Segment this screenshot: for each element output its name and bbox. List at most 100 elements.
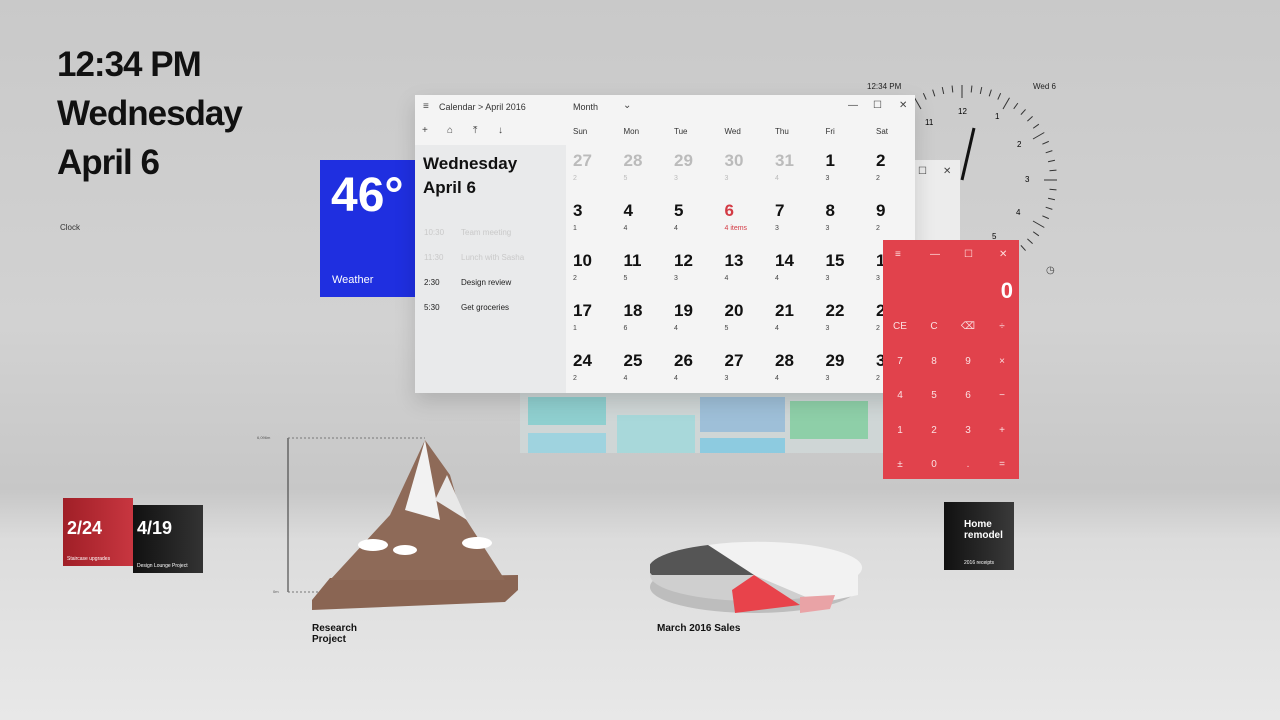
calculator-key[interactable]: ⌫ (951, 321, 985, 332)
event-title: Team meeting (461, 228, 512, 237)
agenda-event[interactable]: 2:30 Design review (424, 278, 564, 287)
calendar-window[interactable]: ≡ Calendar > April 2016 Month ⌄ — ☐ ✕ + … (415, 95, 915, 393)
calendar-day-cell[interactable]: 11 5 (624, 251, 674, 301)
calendar-day-cell[interactable]: 17 1 (573, 301, 623, 351)
calendar-day-cell[interactable]: 31 4 (775, 151, 825, 201)
clock-tick (997, 93, 1002, 100)
calculator-key[interactable]: 2 (917, 425, 951, 436)
project-tile-staircase[interactable]: 2/24 Staircase upgrades (63, 498, 133, 566)
close-icon[interactable]: ✕ (943, 166, 951, 177)
calculator-key[interactable]: × (985, 356, 1019, 367)
calculator-key[interactable]: + (985, 425, 1019, 436)
day-number: 5 (674, 201, 684, 220)
view-selector[interactable]: Month (573, 102, 598, 112)
weekday-header: Wed (724, 127, 741, 136)
agenda-event[interactable]: 11:30 Lunch with Sasha (424, 253, 564, 262)
close-icon[interactable]: ✕ (899, 100, 907, 111)
calendar-day-cell[interactable]: 27 3 (725, 351, 775, 401)
minimize-icon[interactable]: — (930, 249, 940, 260)
calculator-key[interactable]: C (917, 321, 951, 332)
calendar-day-cell[interactable]: 19 4 (674, 301, 724, 351)
calendar-day-cell[interactable]: 20 5 (725, 301, 775, 351)
calculator-key[interactable]: CE (883, 321, 917, 332)
calendar-day-cell[interactable]: 28 5 (624, 151, 674, 201)
project-tile-design-lounge[interactable]: 4/19 Design Lounge Project (133, 505, 203, 573)
calculator-key[interactable]: = (985, 459, 1019, 470)
calculator-window[interactable]: ≡ — ☐ ✕ 0 CE C ⌫ ÷ 7 8 9 × 4 5 6− 1 2 3 + ±0. = (883, 240, 1019, 479)
calculator-key[interactable]: 6 (951, 390, 985, 401)
research-project-model[interactable]: 6,096m 0m Research Project (255, 430, 525, 645)
calculator-key[interactable]: 4 (883, 390, 917, 401)
calendar-day-cell[interactable]: 24 2 (573, 351, 623, 401)
calculator-key[interactable]: 9 (951, 356, 985, 367)
close-icon[interactable]: ✕ (999, 249, 1007, 260)
hamburger-menu-icon[interactable]: ≡ (423, 101, 429, 112)
calculator-key[interactable]: 7 (883, 356, 917, 367)
agenda-event[interactable]: 5:30 Get groceries (424, 303, 564, 312)
hamburger-menu-icon[interactable]: ≡ (895, 249, 901, 260)
clock-tick (1027, 116, 1033, 122)
upload-icon[interactable]: ⤒ (473, 125, 477, 136)
day-number: 26 (674, 351, 693, 370)
calendar-day-cell[interactable]: 31 (573, 201, 623, 251)
photo-gallery-window[interactable] (520, 393, 885, 453)
calendar-day-cell[interactable]: 30 3 (725, 151, 775, 201)
calendar-day-cell[interactable]: 14 4 (775, 251, 825, 301)
day-number: 19 (674, 301, 693, 320)
calendar-day-cell[interactable]: 22 (876, 151, 926, 201)
calculator-key[interactable]: 3 (951, 425, 985, 436)
download-icon[interactable]: ↓ (498, 125, 503, 136)
breadcrumb[interactable]: Calendar > April 2016 (439, 102, 526, 112)
calendar-day-cell[interactable]: 15 3 (826, 251, 876, 301)
calculator-key[interactable]: 0 (917, 459, 951, 470)
calendar-day-cell[interactable]: 22 3 (826, 301, 876, 351)
clock-date: April 6 (57, 143, 160, 182)
calendar-day-cell[interactable]: 12 3 (674, 251, 724, 301)
calendar-day-cell[interactable]: 26 4 (674, 351, 724, 401)
event-count: 3 (674, 175, 678, 182)
calendar-day-cell[interactable]: 29 3 (674, 151, 724, 201)
calendar-day-cell[interactable]: 54 (674, 201, 724, 251)
calendar-day-cell[interactable]: 21 4 (775, 301, 825, 351)
event-count: 4 items (724, 225, 748, 232)
calculator-key[interactable]: 1 (883, 425, 917, 436)
calculator-key[interactable]: ± (883, 459, 917, 470)
calendar-day-cell[interactable]: 13 (826, 151, 876, 201)
calendar-day-cell[interactable]: 29 3 (826, 351, 876, 401)
weekday-header: Thu (775, 127, 789, 136)
calendar-day-cell[interactable]: 13 4 (725, 251, 775, 301)
clock-face-date: Wed 6 (1033, 82, 1056, 91)
clock-tick (1047, 159, 1056, 163)
agenda-event[interactable]: 10:30 Team meeting (424, 228, 564, 237)
calendar-day-cell[interactable]: 10 2 (573, 251, 623, 301)
maximize-icon[interactable]: ☐ (964, 249, 973, 260)
weather-label: Weather (332, 274, 374, 286)
day-number: 18 (623, 301, 643, 320)
calculator-key[interactable]: ÷ (985, 321, 1019, 332)
model-title: Research Project (312, 623, 358, 645)
calendar-day-cell[interactable]: 18 6 (624, 301, 674, 351)
calendar-day-cell[interactable]: 73 (775, 201, 825, 251)
calculator-key[interactable]: − (985, 390, 1019, 401)
calculator-key[interactable]: . (951, 459, 985, 470)
calendar-day-cell[interactable]: 28 4 (775, 351, 825, 401)
clock-tick (1045, 150, 1053, 154)
clock-hand (960, 127, 976, 181)
calendar-day-cell[interactable]: 27 2 (573, 151, 623, 201)
calculator-key[interactable]: 5 (917, 390, 951, 401)
alarm-icon[interactable]: ◷ (1046, 265, 1055, 276)
calendar-day-cell[interactable]: 6 4 items (725, 201, 775, 251)
plus-icon[interactable]: + (422, 125, 428, 136)
chevron-down-icon[interactable]: ⌄ (623, 100, 631, 111)
maximize-icon[interactable]: ☐ (873, 100, 882, 111)
home-remodel-tile[interactable]: Home remodel 2016 receipts (944, 502, 1014, 570)
calendar-day-cell[interactable]: 25 4 (624, 351, 674, 401)
calculator-key[interactable]: 8 (917, 356, 951, 367)
calendar-day-cell[interactable]: 44 (624, 201, 674, 251)
minimize-icon[interactable]: — (848, 100, 858, 111)
weather-widget[interactable]: 46° Weather (320, 160, 420, 297)
sales-pie-model[interactable]: March 2016 Sales (648, 535, 865, 645)
sync-icon[interactable]: ⌂ (447, 125, 453, 136)
calendar-day-cell[interactable]: 83 (826, 201, 876, 251)
event-count: 3 (724, 375, 729, 382)
